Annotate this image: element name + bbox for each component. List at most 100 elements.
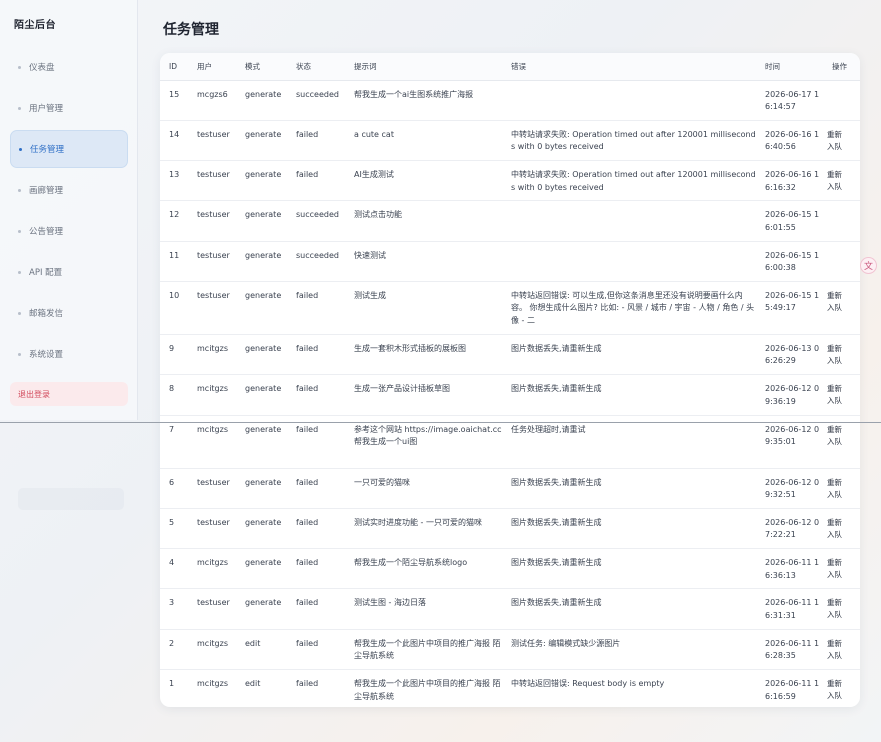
cell-user: mcitgzs (188, 548, 236, 590)
cell-id: 10 (160, 281, 188, 335)
cell-error: 图片数据丢失,请重新生成 (502, 508, 756, 550)
cell-mode: generate (236, 374, 287, 416)
cell-time: 2026-06-15 16:00:38 (756, 241, 823, 282)
cell-prompt: 测试点击功能 (345, 200, 502, 242)
cell-user: testuser (188, 281, 236, 335)
nav-dot-icon (18, 270, 21, 274)
requeue-button[interactable]: 重新入队 (827, 290, 845, 314)
cell-prompt: a cute cat (345, 120, 502, 162)
requeue-button[interactable]: 重新入队 (827, 678, 845, 702)
cell-action: 重新入队 (823, 508, 860, 550)
table-row: 9 mcitgzs generate failed 生成一套积木形式插板的展板图 图片数据… (160, 334, 860, 376)
requeue-button[interactable]: 重新入队 (827, 383, 845, 407)
sidebar-item-gallery[interactable]: 画廊管理 (10, 171, 128, 209)
cell-action (823, 200, 860, 242)
table-row: 14 testuser generate failed a cute cat 中转站请求失… (160, 120, 860, 162)
cell-status: succeeded (287, 241, 345, 282)
header-col-status: 状态 (287, 53, 345, 81)
cell-mode: generate (236, 415, 287, 469)
cell-user: testuser (188, 588, 236, 630)
overlay-divider-line (0, 422, 881, 423)
cell-mode: generate (236, 200, 287, 242)
cell-time: 2026-06-15 16:01:55 (756, 200, 823, 242)
cell-mode: edit (236, 629, 287, 671)
sidebar-item-api-config[interactable]: API 配置 (10, 253, 128, 291)
cell-prompt: 生成一张产品设计插板草图 (345, 374, 502, 416)
cell-id: 5 (160, 508, 188, 550)
cell-prompt: AI生成测试 (345, 160, 502, 202)
sidebar-item-label: 系统设置 (29, 350, 64, 360)
cell-error (502, 200, 756, 242)
translate-icon[interactable]: 文 (860, 257, 877, 274)
cell-status: failed (287, 588, 345, 630)
cell-action (823, 241, 860, 282)
cell-user: mcitgzs (188, 629, 236, 671)
table-row: 8 mcitgzs generate failed 生成一张产品设计插板草图 图片数据丢失… (160, 374, 860, 416)
cell-user: mcgzs6 (188, 80, 236, 121)
cell-id: 12 (160, 200, 188, 242)
header-col-action: 操作 (823, 53, 860, 81)
cell-status: failed (287, 468, 345, 509)
cell-prompt: 一只可爱的猫咪 (345, 468, 502, 509)
cell-prompt: 帮我生成一个此图片中项目的推广海报 陌尘导航系统 (345, 629, 502, 671)
requeue-button[interactable]: 重新入队 (827, 424, 845, 448)
cell-status: failed (287, 160, 345, 202)
logout-button[interactable]: 退出登录 (10, 382, 128, 406)
cell-prompt: 测试实时进度功能 - 一只可爱的猫咪 (345, 508, 502, 550)
sidebar-item-label: 画廊管理 (29, 186, 64, 196)
cell-id: 7 (160, 415, 188, 469)
cell-time: 2026-06-12 07:22:21 (756, 508, 823, 550)
cell-action: 重新入队 (823, 588, 860, 630)
sidebar-item-tasks[interactable]: 任务管理 (10, 130, 128, 168)
table-body: 15 mcgzs6 generate succeeded 帮我生成一个ai生图系统推广海… (160, 80, 860, 707)
requeue-button[interactable]: 重新入队 (827, 557, 845, 581)
app-root: 陌尘后台 仪表盘用户管理 任务管理画廊管理公告管理 API 配置 邮箱发信系统设置 退… (0, 0, 881, 742)
requeue-button[interactable]: 重新入队 (827, 638, 845, 662)
nav-dot-icon (18, 65, 21, 69)
cell-user: mcitgzs (188, 415, 236, 469)
cell-time: 2026-06-16 16:16:32 (756, 160, 823, 202)
sidebar-item-dashboard[interactable]: 仪表盘 (10, 48, 128, 86)
cell-id: 13 (160, 160, 188, 202)
sidebar-nav: 仪表盘用户管理 任务管理画廊管理公告管理 API 配置 邮箱发信系统设置 (10, 48, 128, 376)
cell-action: 重新入队 (823, 415, 860, 469)
brand-title: 陌尘后台 (14, 20, 56, 31)
sidebar-item-users[interactable]: 用户管理 (10, 89, 128, 127)
cell-error (502, 80, 756, 121)
sidebar-item-settings[interactable]: 系统设置 (10, 335, 128, 373)
cell-time: 2026-06-17 16:14:57 (756, 80, 823, 121)
cell-user: testuser (188, 241, 236, 282)
requeue-button[interactable]: 重新入队 (827, 343, 845, 367)
sidebar-item-label: 仪表盘 (29, 63, 55, 73)
nav-dot-icon (18, 311, 21, 315)
cell-status: failed (287, 374, 345, 416)
cell-user: testuser (188, 200, 236, 242)
requeue-button[interactable]: 重新入队 (827, 597, 845, 621)
header-col-time: 时间 (756, 53, 823, 81)
cell-action: 重新入队 (823, 548, 860, 590)
cell-status: failed (287, 415, 345, 469)
cell-id: 4 (160, 548, 188, 590)
cell-mode: generate (236, 588, 287, 630)
cell-error: 图片数据丢失,请重新生成 (502, 588, 756, 630)
cell-time: 2026-06-15 15:49:17 (756, 281, 823, 335)
header-col-id: ID (160, 53, 188, 81)
requeue-button[interactable]: 重新入队 (827, 169, 845, 193)
sidebar-item-announcements[interactable]: 公告管理 (10, 212, 128, 250)
sidebar-item-email[interactable]: 邮箱发信 (10, 294, 128, 332)
requeue-button[interactable]: 重新入队 (827, 477, 845, 501)
table-header: ID 用户 模式 状态 提示词 错误 时间 操作 (160, 53, 860, 81)
cell-error: 测试任务: 编辑模式缺少源图片 (502, 629, 756, 671)
cell-prompt: 快速测试 (345, 241, 502, 282)
header-col-error: 错误 (502, 53, 756, 81)
table-row: 1 mcitgzs edit failed 帮我生成一个此图片中项目的推广海报 陌尘导航… (160, 669, 860, 707)
nav-dot-icon (18, 188, 21, 192)
cell-id: 8 (160, 374, 188, 416)
cell-error: 任务处理超时,请重试 (502, 415, 756, 469)
requeue-button[interactable]: 重新入队 (827, 517, 845, 541)
cell-prompt: 帮我生成一个此图片中项目的推广海报 陌尘导航系统 (345, 669, 502, 707)
requeue-button[interactable]: 重新入队 (827, 129, 845, 153)
cell-mode: generate (236, 80, 287, 121)
cell-error: 中转站请求失败: Operation timed out after 12000… (502, 160, 756, 202)
sidebar: 陌尘后台 仪表盘用户管理 任务管理画廊管理公告管理 API 配置 邮箱发信系统设置 退… (0, 0, 138, 420)
